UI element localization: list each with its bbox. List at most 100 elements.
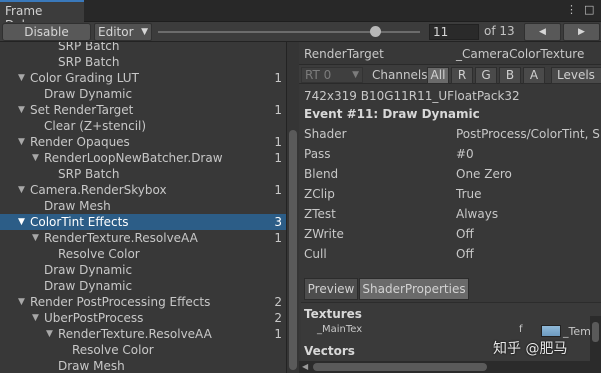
render-target-label: RenderTarget (304, 47, 384, 61)
tree-row[interactable]: Resolve Color (0, 246, 286, 262)
close-icon[interactable]: □ (584, 3, 594, 16)
expand-arrow-icon[interactable]: ▼ (18, 214, 25, 230)
horizontal-scrollbar-thumb[interactable] (313, 363, 487, 371)
tree-row[interactable]: ▼ UberPostProcess 2 (0, 310, 286, 326)
previous-arrow-icon: ◀ (539, 27, 546, 37)
tree-row-label: UberPostProcess (44, 311, 144, 325)
channel-r-button[interactable]: R (451, 67, 473, 84)
scroll-left-icon[interactable]: ◀ (302, 361, 308, 373)
expand-arrow-icon[interactable]: ▼ (32, 150, 39, 166)
tree-row[interactable]: Draw Dynamic (0, 86, 286, 102)
event-index-input[interactable]: 11 (429, 24, 479, 40)
disable-button-label: Disable (24, 25, 69, 39)
property-value: One Zero (456, 167, 512, 181)
editor-dropdown-label: Editor (98, 25, 134, 39)
tree-row[interactable]: ▼ Set RenderTarget 1 (0, 102, 286, 118)
expand-arrow-icon[interactable]: ▼ (18, 182, 25, 198)
editor-dropdown[interactable]: Editor ▼ (94, 23, 152, 41)
tree-row[interactable]: Draw Mesh (0, 198, 286, 214)
tree-scrollbar[interactable] (286, 42, 299, 373)
property-value: PostProcess/ColorTint, S (456, 127, 600, 141)
event-count-label: of 13 (484, 24, 515, 38)
tree-row-label: SRP Batch (58, 167, 120, 181)
event-title: Event #11: Draw Dynamic (304, 107, 480, 121)
rt-dropdown[interactable]: RT 0 ▼ (301, 67, 363, 83)
vectors-heading: Vectors (304, 344, 355, 358)
tree-row[interactable]: ▼ Color Grading LUT 1 (0, 70, 286, 86)
disable-button[interactable]: Disable (2, 23, 91, 41)
levels-button[interactable]: Levels (551, 67, 601, 84)
next-event-button[interactable]: ▶ (563, 23, 600, 41)
next-arrow-icon: ▶ (578, 27, 585, 37)
horizontal-scrollbar[interactable]: ◀ (299, 361, 601, 373)
tree-row-label: Draw Mesh (58, 359, 125, 373)
tree-row[interactable]: ▼ ColorTint Effects 3 (0, 214, 286, 230)
property-key: ZTest (304, 207, 336, 221)
channel-b-button[interactable]: B (499, 67, 521, 84)
properties-scrollbar-thumb[interactable] (592, 322, 599, 342)
previous-event-button[interactable]: ◀ (524, 23, 561, 41)
tree-row[interactable]: ▼ RenderLoopNewBatcher.Draw 1 (0, 150, 286, 166)
expand-arrow-icon[interactable]: ▼ (18, 134, 25, 150)
tree-row[interactable]: SRP Batch (0, 166, 286, 182)
tree-row[interactable]: SRP Batch (0, 54, 286, 70)
tree-row-label: Draw Mesh (44, 199, 111, 213)
property-value: Off (456, 247, 474, 261)
tree-row-count: 1 (274, 183, 282, 197)
property-key: Shader (304, 127, 347, 141)
toolbar: Disable Editor ▼ 11 of 13 ◀ ▶ (0, 22, 601, 42)
channel-a-button[interactable]: A (523, 67, 545, 84)
channels-bar: RT 0 ▼ Channels All R G B A Levels (299, 64, 601, 84)
expand-arrow-icon[interactable]: ▼ (18, 294, 25, 310)
tree-row[interactable]: Draw Dynamic (0, 278, 286, 294)
frame-debug-tab[interactable]: Frame Debug (0, 0, 84, 32)
tree-row-count: 1 (274, 151, 282, 165)
tree-row[interactable]: Resolve Color (0, 342, 286, 358)
tree-row[interactable]: ▼ RenderTexture.ResolveAA 1 (0, 326, 286, 342)
property-key: ZWrite (304, 227, 344, 241)
property-key: Pass (304, 147, 331, 161)
window-tab-bar: Frame Debug ⋮ □ (0, 0, 601, 32)
tree-row-label: SRP Batch (58, 55, 120, 69)
tree-row-label: Color Grading LUT (30, 71, 139, 85)
expand-arrow-icon[interactable]: ▼ (18, 102, 25, 118)
tree-row-label: Draw Dynamic (44, 263, 133, 277)
tree-row[interactable]: Draw Mesh (0, 358, 286, 373)
tree-row-label: RenderTexture.ResolveAA (58, 327, 212, 341)
tree-row[interactable]: ▼ Render PostProcessing Effects 2 (0, 294, 286, 310)
channel-g-button[interactable]: G (475, 67, 497, 84)
expand-arrow-icon[interactable]: ▼ (18, 70, 25, 86)
property-value: Always (456, 207, 499, 221)
tree-row-label: Draw Dynamic (44, 279, 133, 293)
tree-row[interactable]: Clear (Z+stencil) (0, 118, 286, 134)
preview-tab[interactable]: Preview (304, 278, 358, 300)
tree-row-label: SRP Batch (58, 42, 120, 53)
tree-row[interactable]: SRP Batch (0, 42, 286, 54)
tree-row[interactable]: Draw Dynamic (0, 262, 286, 278)
kebab-icon[interactable]: ⋮ (566, 3, 577, 16)
tree-row-label: Camera.RenderSkybox (30, 183, 167, 197)
texture-stage: f (519, 324, 523, 335)
tree-row[interactable]: ▼ RenderTexture.ResolveAA 1 (0, 230, 286, 246)
tree-row-label: Render Opaques (30, 135, 130, 149)
shader-properties-tab[interactable]: ShaderProperties (359, 278, 469, 300)
texture-thumbnail[interactable] (541, 325, 561, 337)
tree-row-label: Render PostProcessing Effects (30, 295, 211, 309)
tree-scrollbar-thumb[interactable] (289, 130, 297, 370)
tree-row[interactable]: ▼ Camera.RenderSkybox 1 (0, 182, 286, 198)
expand-arrow-icon[interactable]: ▼ (32, 310, 39, 326)
tree-row-label: Clear (Z+stencil) (44, 119, 147, 133)
property-value: #0 (456, 147, 474, 161)
tree-row-count: 3 (274, 215, 282, 229)
expand-arrow-icon[interactable]: ▼ (46, 326, 53, 342)
tree-row-count: 1 (274, 327, 282, 341)
tree-row-label: Set RenderTarget (30, 103, 134, 117)
tree-row[interactable]: ▼ Render Opaques 1 (0, 134, 286, 150)
properties-scrollbar[interactable] (590, 316, 601, 361)
property-value: Off (456, 227, 474, 241)
event-slider-thumb[interactable] (370, 26, 382, 37)
channel-all-button[interactable]: All (427, 67, 449, 84)
property-key: ZClip (304, 187, 335, 201)
tree-row-count: 1 (274, 135, 282, 149)
expand-arrow-icon[interactable]: ▼ (32, 230, 39, 246)
